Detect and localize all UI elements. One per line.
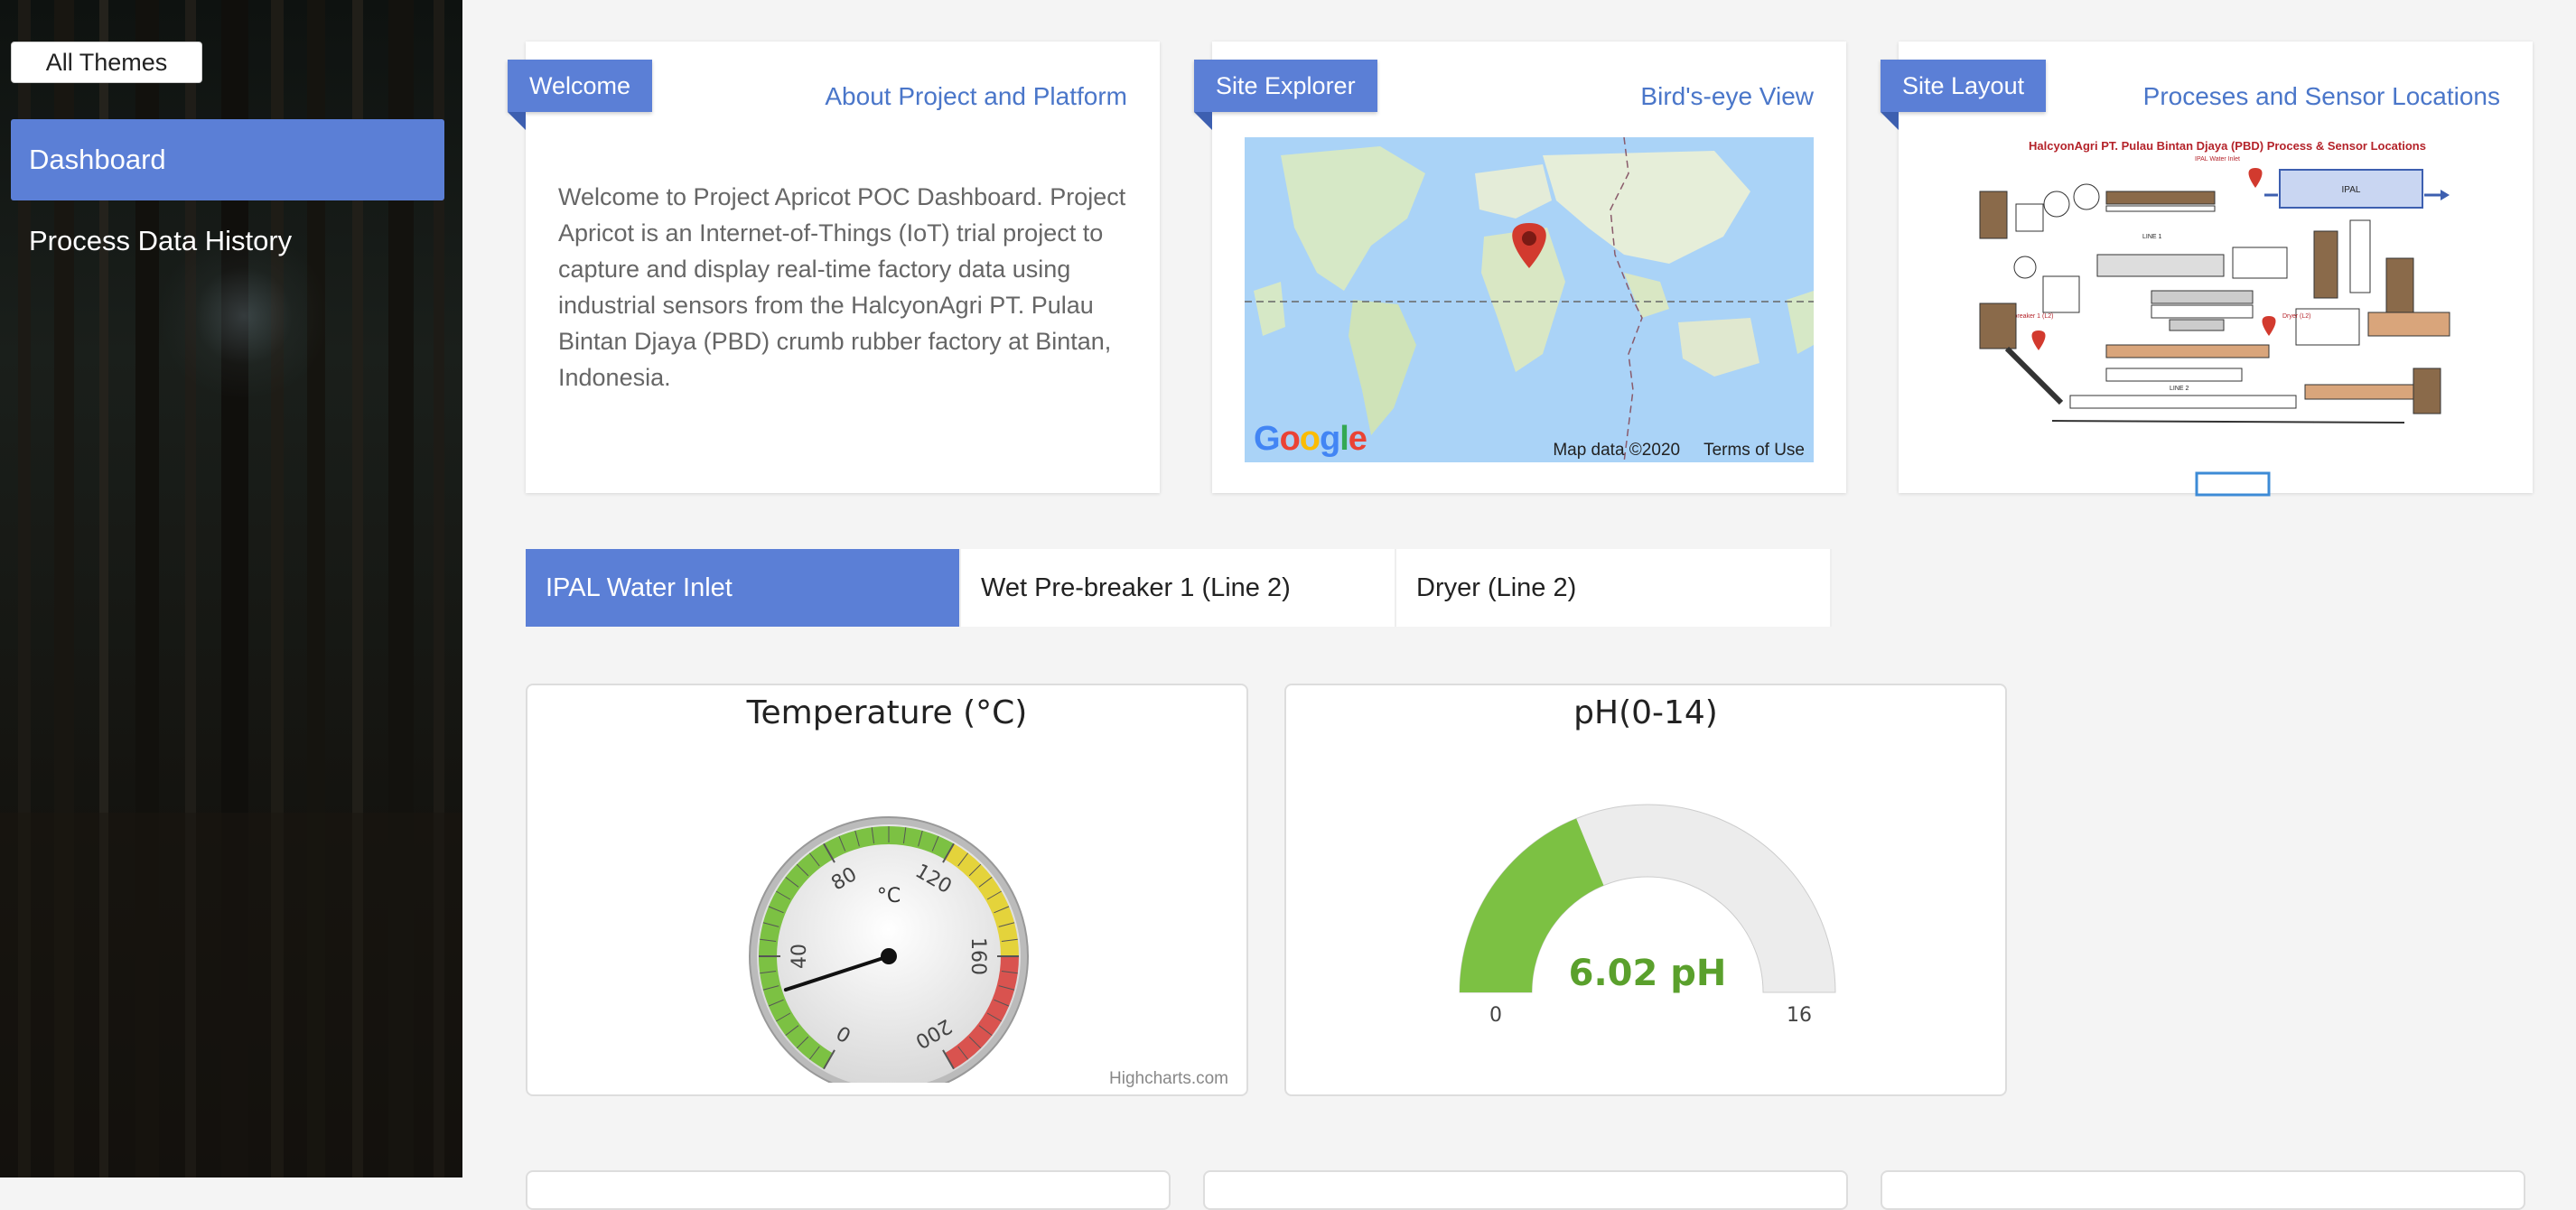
- wet-prebreaker-pin-icon: [2031, 330, 2046, 350]
- ph-min-label: 0: [1489, 1004, 1502, 1027]
- bottom-card-3: [1881, 1170, 2525, 1210]
- tab-ipal-water-inlet[interactable]: IPAL Water Inlet: [526, 549, 961, 627]
- temperature-panel: Temperature (°C) 0 40 80 120 160 200 °C Highch…: [526, 684, 1248, 1096]
- processes-sensor-locations-link[interactable]: Proceses and Sensor Locations: [2143, 74, 2500, 119]
- welcome-badge: Welcome: [508, 60, 653, 130]
- world-map[interactable]: Google Map data ©2020 Terms of Use: [1245, 137, 1814, 462]
- bottom-card-2: [1203, 1170, 1848, 1210]
- map-graphic: [1245, 137, 1814, 462]
- site-layout-diagram[interactable]: HalcyonAgri PT. Pulau Bintan Djaya (PBD)…: [1971, 132, 2477, 502]
- site-explorer-card: Site Explorer Bird's-eye View Google Map…: [1194, 42, 1846, 493]
- welcome-text: Welcome to Project Apricot POC Dashboard…: [558, 183, 1126, 391]
- highcharts-credit[interactable]: Highcharts.com: [1109, 1069, 1228, 1089]
- diagram-title: HalcyonAgri PT. Pulau Bintan Djaya (PBD)…: [2029, 139, 2426, 153]
- sidebar: All Themes Dashboard Process Data Histor…: [0, 0, 462, 1177]
- site-explorer-badge: Site Explorer: [1194, 60, 1377, 130]
- sidebar-item-process-data-history[interactable]: Process Data History: [11, 200, 444, 282]
- tick-label: 40: [789, 944, 811, 969]
- map-data-label: Map data ©2020: [1553, 441, 1681, 460]
- sidebar-item-dashboard[interactable]: Dashboard: [11, 119, 444, 200]
- welcome-card: Welcome About Project and Platform Welco…: [508, 42, 1160, 493]
- site-layout-card: Site Layout Proceses and Sensor Location…: [1881, 42, 2533, 497]
- ph-gauge: 6.02 pH 0 16: [1459, 804, 1836, 1027]
- ipal-water-inlet-label: IPAL Water Inlet: [2195, 156, 2240, 163]
- google-logo: Google: [1254, 420, 1367, 458]
- about-project-link[interactable]: About Project and Platform: [825, 74, 1127, 119]
- site-layout-badge: Site Layout: [1881, 60, 2047, 130]
- dryer-pin-icon: [2262, 316, 2276, 336]
- map-attribution: Map data ©2020 Terms of Use: [1553, 441, 1805, 461]
- terms-of-use-link[interactable]: Terms of Use: [1703, 441, 1805, 461]
- all-themes-button[interactable]: All Themes: [11, 42, 202, 83]
- ipal-sensor-pin-icon: [2248, 168, 2263, 188]
- ph-max-label: 16: [1787, 1004, 1812, 1027]
- sensor-tabs: IPAL Water Inlet Wet Pre-breaker 1 (Line…: [526, 549, 1834, 627]
- temperature-gauge: 04080 120160200°C: [749, 816, 1029, 1083]
- tick-label: 160: [966, 937, 989, 975]
- unit-label: °C: [877, 885, 901, 908]
- line1-label: LINE 1: [2142, 234, 2162, 240]
- dryer-label: Dryer (L2): [2282, 313, 2311, 320]
- ph-value-label: 6.02 pH: [1569, 953, 1727, 994]
- ipal-label: IPAL: [2342, 185, 2361, 195]
- line2-label: LINE 2: [2170, 386, 2189, 392]
- tab-dryer[interactable]: Dryer (Line 2): [1396, 549, 1832, 627]
- ph-panel: pH(0-14) 6.02 pH 0 16: [1284, 684, 2007, 1096]
- tab-wet-pre-breaker[interactable]: Wet Pre-breaker 1 (Line 2): [961, 549, 1396, 627]
- needle-pivot: [881, 948, 897, 964]
- birds-eye-view-link[interactable]: Bird's-eye View: [1640, 74, 1814, 119]
- bottom-card-1: [526, 1170, 1171, 1210]
